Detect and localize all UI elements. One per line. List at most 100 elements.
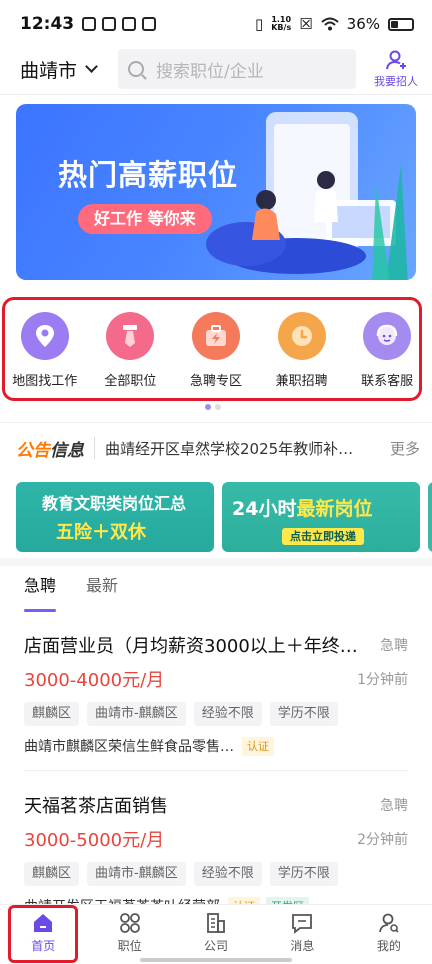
- wifi-icon: [320, 17, 339, 31]
- search-input[interactable]: 搜索职位/企业: [118, 49, 357, 89]
- quick-item-label: 急聘专区: [189, 374, 242, 389]
- job-company: 曲靖市麒麟区荣信生鲜食品零售…: [24, 739, 234, 755]
- search-placeholder: 搜索职位/企业: [156, 61, 264, 82]
- job-tag: 麒麟区: [24, 862, 80, 886]
- grid-icon: [119, 913, 140, 933]
- tiktok-icon: [82, 17, 97, 31]
- job-urgent-label: 急聘: [380, 638, 408, 654]
- header-divider: [0, 94, 432, 95]
- quick-item-label: 联系客服: [361, 374, 414, 389]
- nav-jobs[interactable]: 职位: [86, 905, 172, 964]
- job-card[interactable]: 店面营业员（月均薪资3000以上＋年终… 急聘 3000-4000元/月 1分钟…: [24, 632, 408, 756]
- bottom-nav: 首页 职位 公司 消息 我的: [0, 904, 432, 964]
- job-time: 2分钟前: [357, 832, 408, 848]
- quick-item-label: 地图找工作: [12, 374, 78, 389]
- job-tags: 麒麟区 曲靖市-麒麟区 经验不限 学历不限: [24, 702, 408, 726]
- carousel-dot-active: [205, 404, 211, 410]
- notice-divider: [94, 437, 95, 459]
- hero-banner[interactable]: 热门高薪职位 好工作 等你来: [16, 104, 416, 280]
- quick-item-urgent[interactable]: 急聘专区: [173, 300, 259, 389]
- job-tag: 学历不限: [269, 702, 338, 726]
- promo-title: 24小时最新岗位: [232, 498, 373, 520]
- bolt-bag-icon: [191, 312, 240, 360]
- notice-more-link[interactable]: 更多: [390, 438, 420, 459]
- nav-home[interactable]: 首页: [0, 905, 86, 964]
- nav-label: 职位: [117, 939, 142, 953]
- quick-item-map-jobs[interactable]: 地图找工作: [2, 300, 88, 389]
- job-urgent-label: 急聘: [380, 798, 408, 814]
- section-gap: [0, 558, 432, 566]
- quick-item-part-time[interactable]: 兼职招聘: [259, 300, 345, 389]
- tie-icon: [106, 312, 155, 360]
- job-title: 店面营业员（月均薪资3000以上＋年终…: [24, 636, 358, 657]
- search-icon: [128, 61, 145, 77]
- promo-card-education[interactable]: 教育文职类岗位汇总 五险＋双休: [16, 482, 214, 552]
- carousel-dots: [205, 404, 221, 410]
- map-pin-icon: [20, 312, 69, 360]
- job-divider: [24, 770, 408, 771]
- job-tag: 曲靖市-麒麟区: [87, 702, 186, 726]
- message-icon: [292, 914, 313, 934]
- nav-messages[interactable]: 消息: [259, 905, 345, 964]
- job-card[interactable]: 天福茗茶店面销售 急聘 3000-5000元/月 2分钟前 麒麟区 曲靖市-麒麟…: [24, 792, 408, 916]
- recruit-label: 我要招人: [374, 75, 418, 88]
- job-tag: 经验不限: [193, 862, 262, 886]
- banner-cta: 好工作 等你来: [78, 204, 212, 234]
- carousel-dot: [215, 404, 221, 410]
- promo-cta: 点击立即投递: [282, 528, 364, 545]
- job-tag: 麒麟区: [24, 702, 80, 726]
- app-icon: [102, 17, 117, 31]
- job-time: 1分钟前: [357, 672, 408, 688]
- job-salary: 3000-5000元/月: [24, 830, 165, 851]
- quick-item-label: 全部职位: [104, 374, 157, 389]
- vibrate-icon: ▯: [254, 15, 264, 33]
- tab-latest[interactable]: 最新: [86, 572, 118, 606]
- city-selector[interactable]: 曲靖市: [20, 56, 98, 83]
- job-tag: 学历不限: [269, 862, 338, 886]
- recruiter-icon: [386, 50, 406, 70]
- nav-label: 消息: [290, 939, 315, 953]
- promo-card-latest[interactable]: 24小时最新岗位 点击立即投递: [222, 482, 420, 552]
- tab-urgent[interactable]: 急聘: [24, 572, 57, 612]
- job-tag: 经验不限: [193, 702, 262, 726]
- status-time: 12:43: [20, 14, 75, 34]
- notice-badge-b: 信息: [50, 440, 84, 461]
- support-agent-icon: [363, 312, 412, 360]
- promo-cards: 教育文职类岗位汇总 五险＋双休 24小时最新岗位 点击立即投递: [16, 482, 432, 554]
- home-icon: [34, 914, 53, 932]
- job-title: 天福茗茶店面销售: [24, 796, 168, 817]
- job-salary: 3000-4000元/月: [24, 670, 165, 691]
- nav-company[interactable]: 公司: [173, 905, 259, 964]
- promo-subtitle: 五险＋双休: [56, 522, 146, 543]
- notice-text[interactable]: 曲靖经开区卓然学校2025年教师补…: [105, 438, 367, 459]
- promo-card-partial[interactable]: [428, 482, 432, 552]
- nav-label: 首页: [31, 939, 56, 953]
- sim-icon: ☒: [299, 15, 313, 33]
- quick-item-label: 兼职招聘: [275, 374, 328, 389]
- quick-item-all-jobs[interactable]: 全部职位: [88, 300, 174, 389]
- status-bar: 12:43 ▯ 1.10 KB/s ☒ 36%: [0, 0, 432, 48]
- section-divider: [0, 422, 432, 423]
- job-tabs: 急聘 最新: [24, 572, 118, 612]
- nav-profile[interactable]: 我的: [346, 905, 432, 964]
- chevron-down-icon: [85, 59, 98, 73]
- network-speed: 1.10 KB/s: [271, 15, 292, 32]
- building-icon: [207, 913, 225, 933]
- app-header: 曲靖市 搜索职位/企业 我要招人: [0, 44, 432, 94]
- recruit-button[interactable]: 我要招人: [374, 49, 418, 89]
- notice-badge-a: 公告: [16, 440, 50, 461]
- battery-percent: 36%: [346, 15, 380, 33]
- quick-menu: 地图找工作 全部职位 急聘专区 兼职招聘 联系客服: [0, 300, 432, 398]
- nav-label: 我的: [376, 939, 401, 953]
- notice-bar[interactable]: 公告信息 曲靖经开区卓然学校2025年教师补… 更多: [16, 428, 420, 468]
- quick-item-support[interactable]: 联系客服: [344, 300, 430, 389]
- job-tag: 曲靖市-麒麟区: [87, 862, 186, 886]
- promo-title: 教育文职类岗位汇总: [42, 494, 187, 513]
- job-tags: 麒麟区 曲靖市-麒麟区 经验不限 学历不限: [24, 862, 408, 886]
- battery-icon: [388, 17, 414, 31]
- clock-icon: [277, 312, 326, 360]
- notification-icon: [142, 17, 157, 31]
- verified-badge: 认证: [242, 736, 274, 756]
- city-label: 曲靖市: [20, 59, 78, 82]
- home-indicator[interactable]: [140, 958, 292, 962]
